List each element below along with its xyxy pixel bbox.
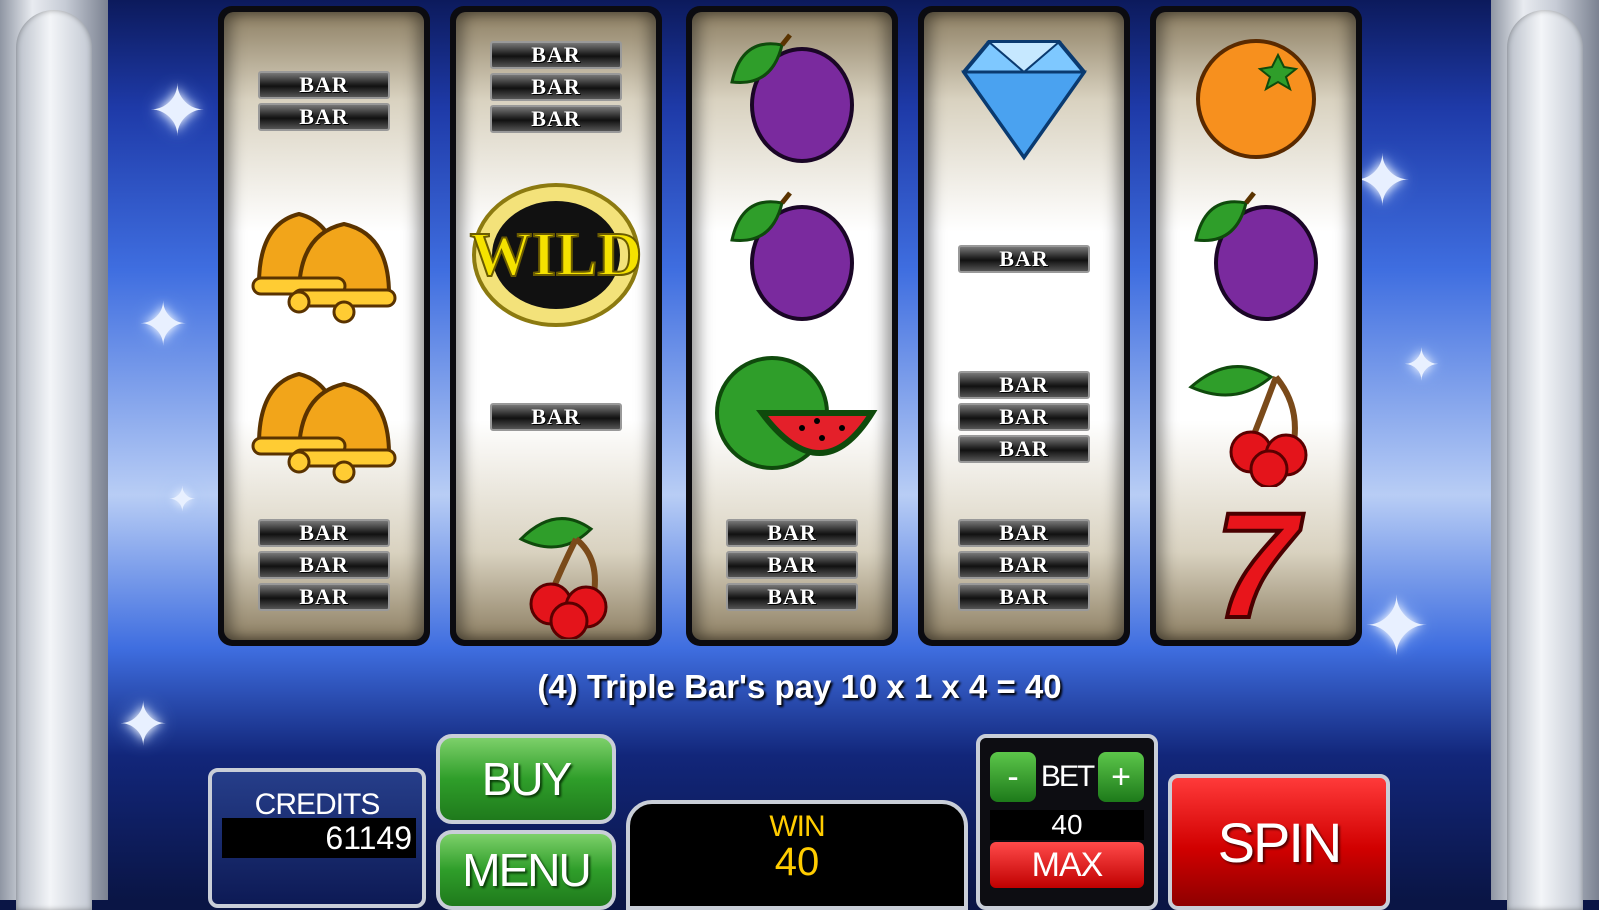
cherry-icon xyxy=(1156,342,1356,492)
win-label: WIN xyxy=(769,810,825,843)
credits-value: 61149 xyxy=(222,818,416,858)
bet-increase-button[interactable]: + xyxy=(1098,752,1144,802)
credits-label: CREDITS xyxy=(254,788,381,821)
sparkle-icon: ✦ xyxy=(1363,582,1431,671)
double-bar-symbol: BAR BAR xyxy=(224,26,424,176)
reel-3: BAR BAR BAR xyxy=(686,6,898,646)
plum-icon xyxy=(692,180,892,330)
plum-icon xyxy=(1156,180,1356,330)
bell-icon xyxy=(224,344,424,494)
sparkle-icon: ✦ xyxy=(148,72,207,150)
bet-panel: - BET + 40 MAX xyxy=(976,734,1158,910)
bet-label: BET xyxy=(1040,760,1095,793)
bet-value: 40 xyxy=(990,810,1144,840)
single-bar-symbol: BAR xyxy=(924,184,1124,334)
right-chrome-pillar xyxy=(1491,0,1599,910)
triple-bar-symbol: BAR BAR BAR xyxy=(924,490,1124,640)
payline-message: (4) Triple Bar's pay 10 x 1 x 4 = 40 xyxy=(537,668,1062,705)
single-bar-symbol: BAR xyxy=(456,342,656,492)
max-bet-button[interactable]: MAX xyxy=(990,842,1144,888)
reel-5: 7 xyxy=(1150,6,1362,646)
buy-button[interactable]: BUY xyxy=(436,734,616,824)
wild-symbol: WILD xyxy=(456,180,656,330)
seven-symbol: 7 xyxy=(1212,481,1299,640)
credits-panel: CREDITS 61149 xyxy=(208,768,426,908)
sparkle-icon: ✦ xyxy=(168,481,197,519)
sparkle-icon: ✦ xyxy=(1403,341,1440,390)
reel-1: BAR BAR BAR BAR BAR xyxy=(218,6,430,646)
diamond-icon xyxy=(924,22,1124,172)
watermelon-icon xyxy=(692,338,892,488)
triple-bar-symbol: BAR BAR BAR xyxy=(456,12,656,162)
sparkle-icon: ✦ xyxy=(138,291,189,358)
win-panel: WIN 40 xyxy=(626,800,968,910)
triple-bar-symbol: BAR BAR BAR xyxy=(224,490,424,640)
cherry-icon xyxy=(456,494,656,640)
win-value: 40 xyxy=(774,840,820,884)
reel-2: BAR BAR BAR WILD BAR xyxy=(450,6,662,646)
triple-bar-symbol: BAR BAR BAR xyxy=(692,490,892,640)
plum-icon xyxy=(692,22,892,172)
bell-icon xyxy=(224,184,424,334)
reel-4: BAR BAR BAR BAR BAR BAR BAR xyxy=(918,6,1130,646)
orange-icon xyxy=(1156,22,1356,172)
triple-bar-symbol: BAR BAR BAR xyxy=(924,342,1124,492)
left-chrome-pillar xyxy=(0,0,108,910)
menu-button[interactable]: MENU xyxy=(436,830,616,910)
spin-button[interactable]: SPIN xyxy=(1168,774,1390,910)
